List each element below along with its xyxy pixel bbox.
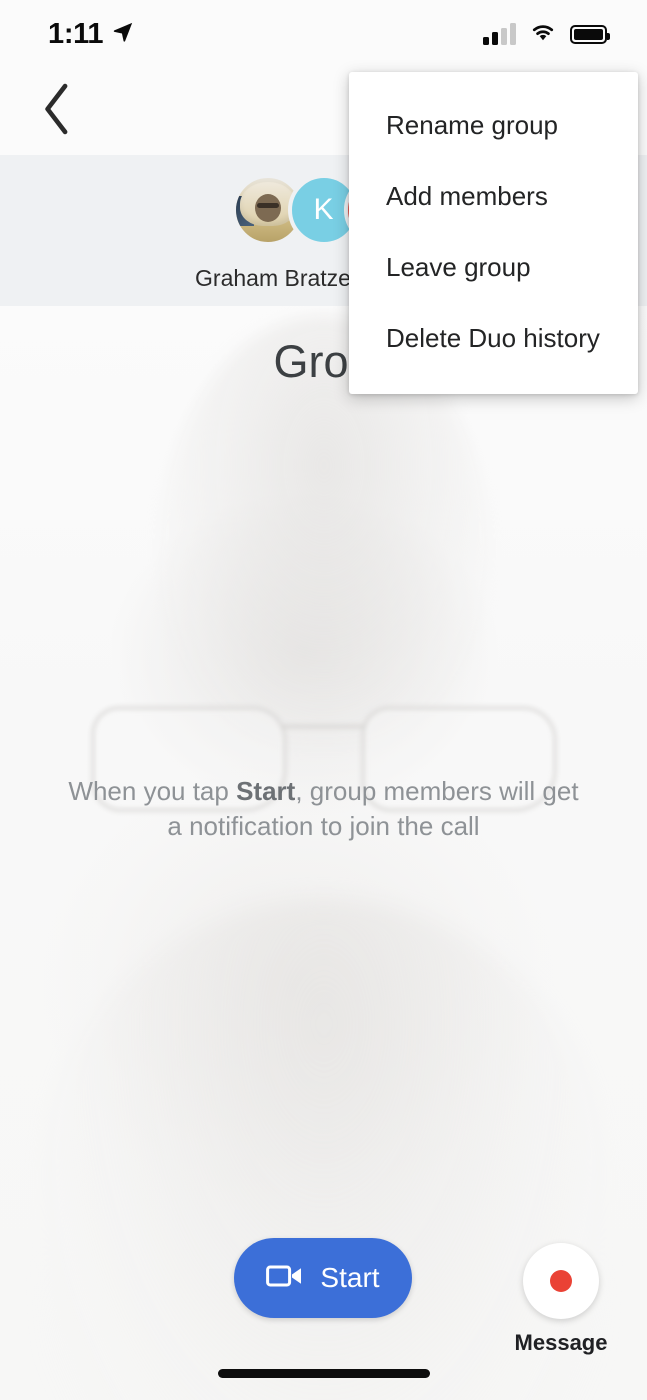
status-bar-left: 1:11 — [48, 18, 134, 51]
menu-item-leave-group[interactable]: Leave group — [349, 232, 638, 303]
cellular-signal-icon — [483, 23, 516, 45]
chevron-left-icon — [40, 82, 74, 141]
video-camera-icon — [266, 1263, 304, 1294]
hint-emphasis: Start — [236, 776, 296, 806]
avatar-photo-eyes — [256, 203, 279, 208]
menu-item-add-members[interactable]: Add members — [349, 161, 638, 232]
menu-item-delete-duo-history[interactable]: Delete Duo history — [349, 303, 638, 374]
start-button-label: Start — [320, 1262, 380, 1293]
start-button[interactable]: Start — [234, 1238, 412, 1318]
status-bar-right — [483, 21, 610, 47]
home-indicator[interactable] — [217, 1369, 430, 1378]
camera-preview-background — [0, 305, 647, 1400]
overflow-menu: Rename group Add members Leave group Del… — [349, 72, 638, 394]
back-button[interactable] — [28, 83, 86, 141]
keith-avatar-initial: K — [313, 193, 334, 226]
status-bar: 1:11 — [0, 0, 647, 68]
avatar-photo-face — [254, 194, 281, 222]
menu-item-rename-group[interactable]: Rename group — [349, 90, 638, 161]
message-button-label: Message — [514, 1330, 608, 1355]
message-button-group: Message — [514, 1243, 608, 1356]
message-button[interactable] — [523, 1243, 599, 1319]
start-hint-text: When you tap Start, group members will g… — [58, 774, 589, 844]
preview-glasses-bridge — [281, 724, 366, 729]
wifi-icon — [529, 21, 557, 47]
status-time: 1:11 — [48, 17, 104, 50]
record-dot-icon — [550, 1270, 572, 1292]
battery-full-icon — [570, 24, 610, 44]
hint-before: When you tap — [68, 776, 237, 806]
location-arrow-icon — [112, 21, 134, 48]
phone-screen: K Graham Bratzel, Keith Ja Grou When you… — [0, 0, 647, 1400]
